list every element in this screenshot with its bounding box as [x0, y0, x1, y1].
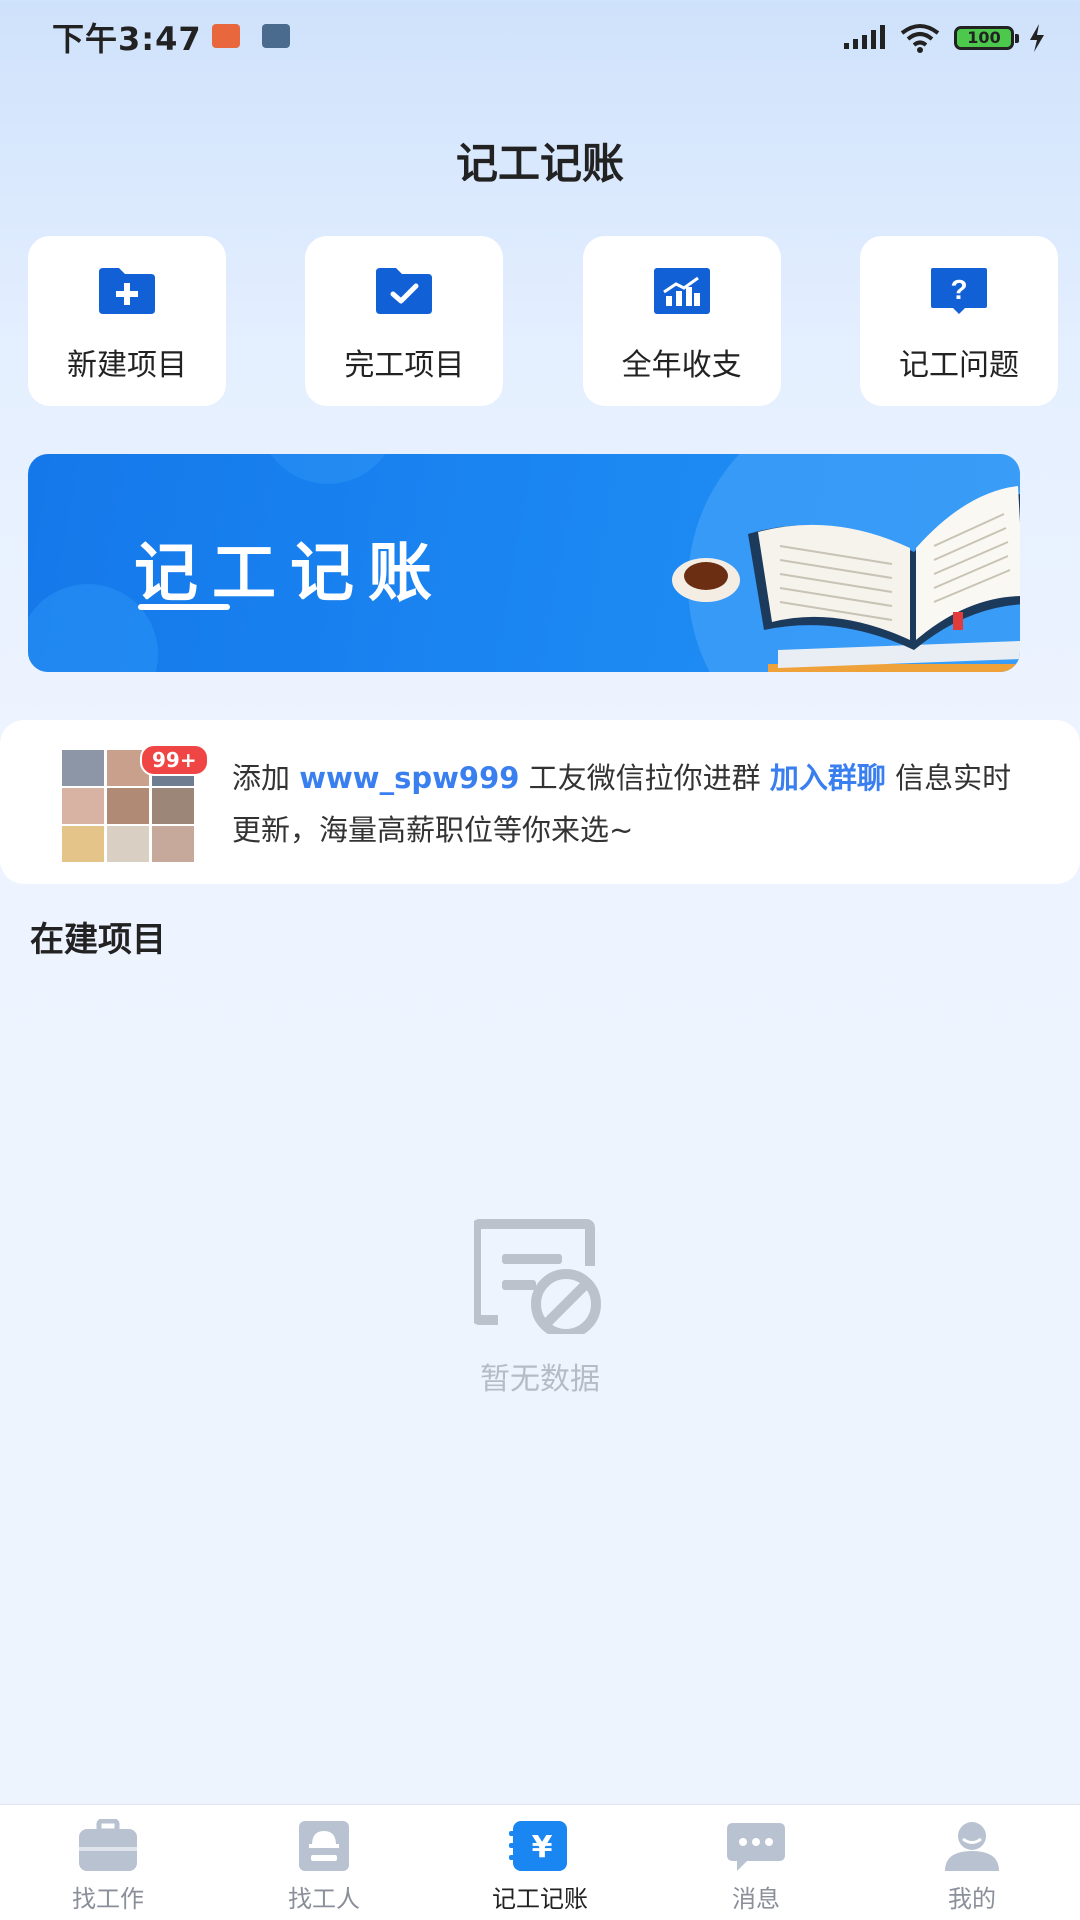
chart-icon — [653, 268, 710, 314]
battery-icon: 100 — [954, 26, 1019, 50]
promo-banner[interactable]: 记工记账 — [28, 454, 1020, 672]
question-icon: ? — [930, 268, 987, 314]
unread-badge: 99+ — [140, 744, 209, 776]
nav-label: 消息 — [732, 1885, 780, 1913]
new-project-button[interactable]: 新建项目 — [28, 236, 226, 406]
wechat-group-notice[interactable]: 99+ 添加 www_spw999 工友微信拉你进群 加入群聊 信息实时更新，海… — [0, 720, 1080, 884]
nav-label: 我的 — [948, 1885, 996, 1913]
quick-action-label: 完工项目 — [344, 348, 465, 383]
signal-icon — [844, 25, 885, 49]
quick-action-label: 全年收支 — [621, 348, 742, 383]
briefcase-icon — [79, 1819, 137, 1871]
nav-find-job[interactable]: 找工作 — [0, 1805, 216, 1920]
open-book-icon — [672, 486, 1020, 672]
battery-level: 100 — [967, 28, 1001, 47]
nav-work-accounting[interactable]: ¥ 记工记账 — [432, 1805, 648, 1920]
empty-state-text: 暂无数据 — [480, 1362, 600, 1397]
completed-projects-button[interactable]: 完工项目 — [305, 236, 504, 406]
nav-label: 记工记账 — [492, 1885, 588, 1913]
yen-notebook-icon: ¥ — [509, 1821, 567, 1871]
mi-app-icon — [212, 24, 240, 48]
banner-title: 记工记账 — [134, 537, 446, 611]
nav-profile[interactable]: 我的 — [864, 1805, 1080, 1920]
message-icon — [727, 1823, 785, 1871]
status-indicators: 100 — [844, 20, 1046, 56]
quick-action-label: 记工问题 — [898, 348, 1019, 383]
status-bar: 下午3:47 100 — [0, 0, 1080, 76]
status-time: 下午3:47 — [52, 20, 202, 58]
quick-actions: 新建项目 完工项目 全年收支 ? 记工问题 — [28, 236, 1058, 406]
notice-text: 添加 www_spw999 工友微信拉你进群 加入群聊 信息实时更新，海量高薪职… — [232, 752, 1032, 856]
settings-app-icon — [262, 24, 290, 48]
wifi-icon — [900, 24, 940, 53]
page-title: 记工记账 — [455, 139, 624, 188]
banner-underline — [138, 604, 230, 610]
svg-text:?: ? — [950, 274, 967, 305]
record-questions-button[interactable]: ? 记工问题 — [859, 236, 1058, 406]
empty-data-icon — [474, 1219, 601, 1334]
charging-icon — [1030, 24, 1044, 52]
notice-middle: 工友微信拉你进群 — [519, 761, 770, 795]
nav-messages[interactable]: 消息 — [648, 1805, 864, 1920]
folder-plus-icon — [99, 268, 155, 314]
bottom-nav: 找工作 找工人 ¥ 记工记账 消息 我的 — [0, 1804, 1080, 1920]
folder-check-icon — [376, 268, 433, 314]
join-group-link[interactable]: 加入群聊 — [770, 761, 886, 795]
svg-text:¥: ¥ — [532, 1830, 553, 1865]
profile-icon — [945, 1822, 999, 1871]
notice-prefix: 添加 — [232, 761, 300, 795]
section-title: 在建项目 — [30, 920, 166, 960]
quick-action-label: 新建项目 — [67, 348, 187, 383]
nav-label: 找工人 — [288, 1885, 360, 1913]
annual-income-button[interactable]: 全年收支 — [582, 236, 781, 406]
nav-find-worker[interactable]: 找工人 — [216, 1805, 432, 1920]
nav-label: 找工作 — [72, 1885, 144, 1913]
worker-icon — [299, 1821, 349, 1871]
wechat-id: www_spw999 — [299, 761, 520, 795]
